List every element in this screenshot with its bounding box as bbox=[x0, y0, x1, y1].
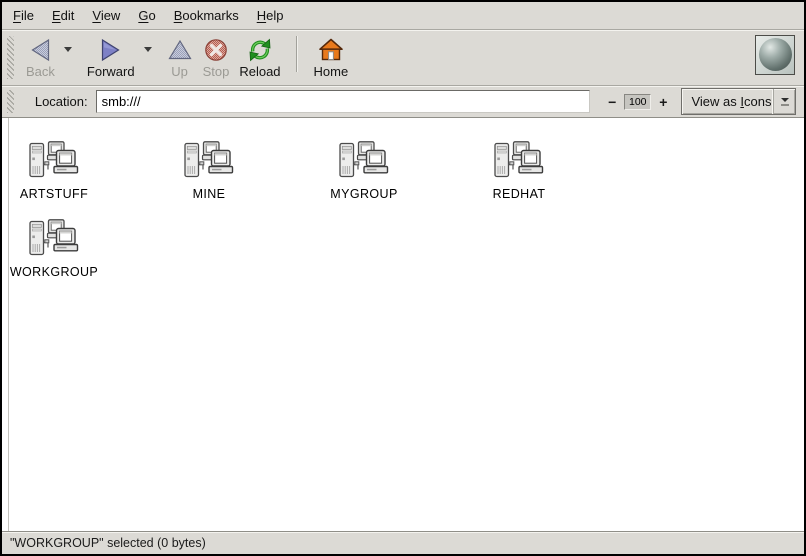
network-workgroup-icon bbox=[28, 218, 80, 262]
item-label: MINE bbox=[193, 187, 226, 201]
home-button[interactable]: Home bbox=[309, 34, 354, 81]
menu-item-go[interactable]: Go bbox=[129, 4, 164, 28]
back-history-dropdown[interactable] bbox=[60, 36, 76, 63]
view-mode-label: View as Icons bbox=[682, 94, 773, 109]
network-workgroup-icon bbox=[338, 140, 390, 184]
file-manager-window: FileEditViewGoBookmarksHelp Back Forward bbox=[0, 0, 806, 556]
reload-label: Reload bbox=[239, 65, 280, 79]
network-workgroup-icon bbox=[183, 140, 235, 184]
location-bar-grip-handle[interactable] bbox=[7, 90, 14, 113]
item-label: MYGROUP bbox=[330, 187, 397, 201]
home-label: Home bbox=[314, 65, 349, 79]
toolbar-separator bbox=[296, 36, 297, 72]
stop-button[interactable]: Stop bbox=[198, 34, 235, 81]
location-bar: Location: − 100 + View as Icons bbox=[2, 86, 804, 118]
up-button[interactable]: Up bbox=[162, 34, 198, 81]
menu-item-file[interactable]: File bbox=[4, 4, 43, 28]
location-label: Location: bbox=[35, 94, 88, 109]
workgroup-item-redhat[interactable]: REDHAT bbox=[479, 140, 559, 201]
workgroup-item-artstuff[interactable]: ARTSTUFF bbox=[14, 140, 94, 201]
reload-icon bbox=[247, 36, 273, 63]
item-label: ARTSTUFF bbox=[20, 187, 88, 201]
view-mode-dropdown[interactable]: View as Icons bbox=[681, 88, 796, 115]
chevron-down-icon bbox=[64, 47, 72, 52]
menu-item-bookmarks[interactable]: Bookmarks bbox=[165, 4, 248, 28]
forward-label: Forward bbox=[87, 65, 135, 79]
reload-button[interactable]: Reload bbox=[234, 34, 285, 81]
forward-button[interactable]: Forward bbox=[82, 34, 140, 81]
menu-bar: FileEditViewGoBookmarksHelp bbox=[2, 2, 804, 30]
icon-view[interactable]: ARTSTUFF MINE bbox=[2, 118, 804, 531]
throbber-sphere bbox=[759, 38, 792, 71]
up-arrow-icon bbox=[167, 36, 193, 63]
stop-icon bbox=[203, 36, 229, 63]
icon-grid: ARTSTUFF MINE bbox=[2, 118, 642, 296]
forward-arrow-icon bbox=[98, 36, 124, 63]
forward-history-dropdown[interactable] bbox=[140, 36, 156, 63]
zoom-out-button[interactable]: − bbox=[606, 93, 618, 111]
location-input[interactable] bbox=[96, 90, 590, 113]
workgroup-item-mygroup[interactable]: MYGROUP bbox=[324, 140, 404, 201]
menu-item-help[interactable]: Help bbox=[248, 4, 293, 28]
back-label: Back bbox=[26, 65, 55, 79]
dropdown-arrow-icon bbox=[773, 89, 795, 114]
globe-throbber-icon bbox=[755, 35, 795, 75]
home-icon bbox=[318, 36, 344, 63]
zoom-level-indicator[interactable]: 100 bbox=[624, 94, 651, 110]
menu-item-edit[interactable]: Edit bbox=[43, 4, 83, 28]
status-bar: "WORKGROUP" selected (0 bytes) bbox=[2, 531, 804, 554]
zoom-in-button[interactable]: + bbox=[657, 93, 669, 111]
network-workgroup-icon bbox=[493, 140, 545, 184]
network-workgroup-icon bbox=[28, 140, 80, 184]
workgroup-item-mine[interactable]: MINE bbox=[169, 140, 249, 201]
chevron-down-icon bbox=[144, 47, 152, 52]
item-label: REDHAT bbox=[493, 187, 546, 201]
toolbar-grip-handle[interactable] bbox=[7, 36, 14, 79]
toolbar: Back Forward Up bbox=[2, 30, 804, 86]
workgroup-item-workgroup[interactable]: WORKGROUP bbox=[14, 218, 94, 279]
back-arrow-icon bbox=[27, 36, 53, 63]
status-text: "WORKGROUP" selected (0 bytes) bbox=[10, 536, 206, 550]
stop-label: Stop bbox=[203, 65, 230, 79]
menu-item-view[interactable]: View bbox=[83, 4, 129, 28]
item-label: WORKGROUP bbox=[10, 265, 98, 279]
back-button[interactable]: Back bbox=[21, 34, 60, 81]
up-label: Up bbox=[171, 65, 188, 79]
